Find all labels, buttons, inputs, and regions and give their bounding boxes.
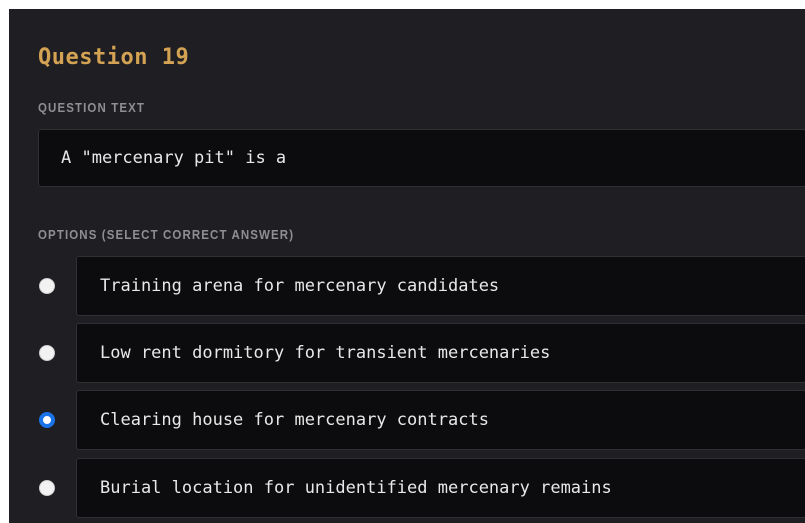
question-editor-panel: Question 19 QUESTION TEXT A "mercenary p… — [9, 9, 805, 523]
option-3-radio-selected[interactable] — [39, 412, 55, 428]
option-row-2[interactable]: Low rent dormitory for transient mercena… — [9, 323, 805, 383]
options-label: OPTIONS (SELECT CORRECT ANSWER) — [38, 228, 295, 242]
question-title: Question 19 — [38, 45, 190, 70]
option-2-field[interactable]: Low rent dormitory for transient mercena… — [76, 323, 805, 383]
option-3-field[interactable]: Clearing house for mercenary contracts — [76, 390, 805, 450]
option-1-radio[interactable] — [39, 278, 55, 294]
option-4-radio[interactable] — [39, 480, 55, 496]
option-row-1[interactable]: Training arena for mercenary candidates — [9, 256, 805, 316]
question-text-label: QUESTION TEXT — [38, 101, 146, 115]
option-row-3[interactable]: Clearing house for mercenary contracts — [9, 390, 805, 450]
option-2-radio[interactable] — [39, 345, 55, 361]
option-row-4[interactable]: Burial location for unidentified mercena… — [9, 458, 805, 518]
option-1-field[interactable]: Training arena for mercenary candidates — [76, 256, 805, 316]
option-4-field[interactable]: Burial location for unidentified mercena… — [76, 458, 805, 518]
question-text-field[interactable]: A "mercenary pit" is a — [38, 129, 805, 187]
